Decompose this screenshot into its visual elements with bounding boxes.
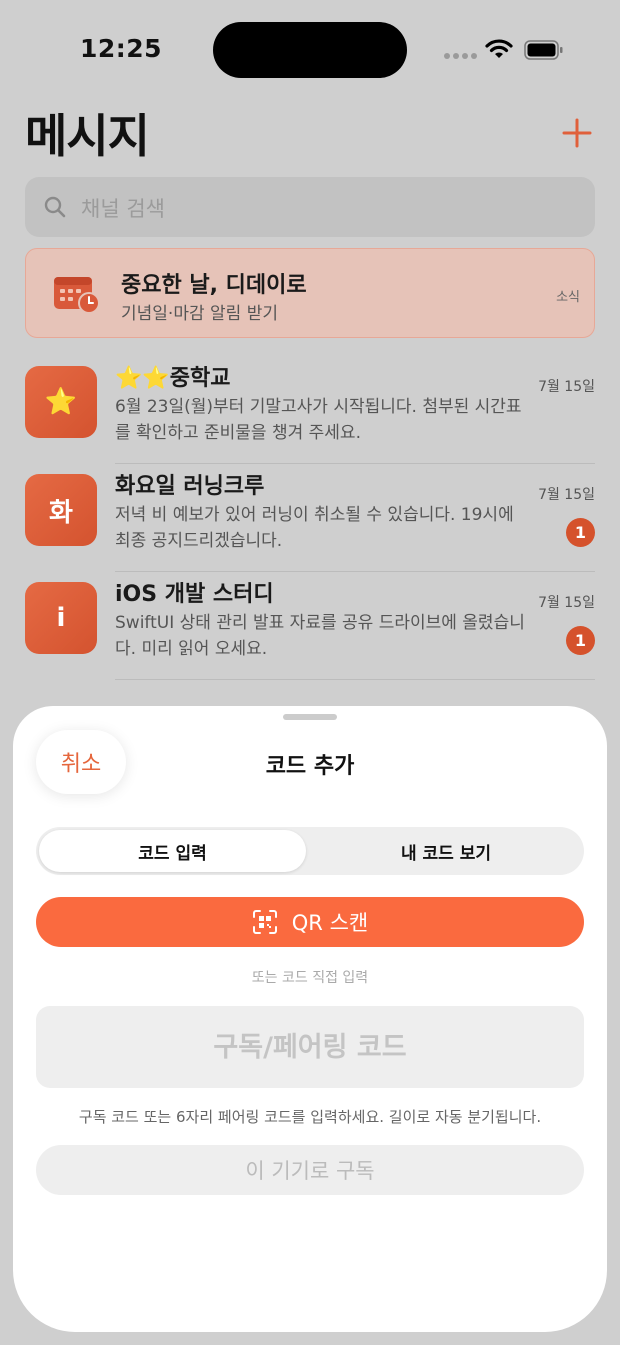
subscribe-on-device-button[interactable]: 이 기기로 구독: [36, 1145, 584, 1195]
channel-avatar: i: [25, 582, 97, 654]
unread-badge: 1: [566, 626, 595, 655]
channel-row[interactable]: i iOS 개발 스터디 SwiftUI 상태 관리 발표 자료를 공유 드라이…: [25, 572, 595, 680]
channel-date: 7월 15일: [538, 379, 595, 395]
calendar-clock-icon: [54, 277, 100, 314]
status-time: 12:25: [80, 34, 163, 63]
qr-scan-label: QR 스캔: [291, 911, 369, 935]
add-icon[interactable]: [560, 116, 594, 150]
tab-my-code[interactable]: 내 코드 보기: [312, 830, 580, 872]
channel-name: iOS 개발 스터디: [115, 582, 274, 607]
channel-row[interactable]: 화 화요일 러닝크루 저녁 비 예보가 있어 러닝이 취소될 수 있습니다. 1…: [25, 464, 595, 572]
channel-preview: SwiftUI 상태 관리 발표 자료를 공유 드라이브에 올렸습니다. 미리 …: [115, 613, 525, 659]
channel-row[interactable]: ⭐ ⭐⭐중학교 6월 23일(월)부터 기말고사가 시작됩니다. 첨부된 시간표…: [25, 356, 595, 464]
channel-name: ⭐⭐중학교: [115, 366, 231, 391]
cellular-signal-icon: [444, 53, 477, 59]
promo-subtitle: 기념일·마감 알림 받기: [121, 304, 278, 324]
code-input[interactable]: [36, 1006, 584, 1088]
code-hint-text: 구독 코드 또는 6자리 페어링 코드를 입력하세요. 길이로 자동 분기됩니다…: [78, 1108, 542, 1126]
channel-preview: 저녁 비 예보가 있어 러닝이 취소될 수 있습니다. 19시에 최종 공지드리…: [115, 505, 514, 551]
qr-scan-icon: [252, 910, 277, 934]
unread-badge: 1: [566, 518, 595, 547]
search-icon: [44, 196, 66, 218]
status-bar: 12:25: [0, 0, 620, 100]
channel-date: 7월 15일: [538, 595, 595, 611]
channel-date: 7월 15일: [538, 487, 595, 503]
channel-name: 화요일 러닝크루: [115, 474, 265, 499]
channel-avatar: ⭐: [25, 366, 97, 438]
search-field[interactable]: 채널 검색: [25, 177, 595, 237]
sheet-grabber[interactable]: [283, 714, 337, 720]
battery-icon: [524, 40, 563, 60]
row-divider: [115, 678, 595, 680]
dday-promo-card[interactable]: 중요한 날, 디데이로 기념일·마감 알림 받기 소식: [25, 248, 595, 338]
add-code-sheet: 취소 코드 추가 코드 입력 내 코드 보기 QR 스캔 또는 코드 직접 입력…: [13, 706, 607, 1332]
code-mode-segmented-control: 코드 입력 내 코드 보기: [36, 827, 584, 875]
channel-preview: 6월 23일(월)부터 기말고사가 시작됩니다. 첨부된 시간표를 확인하고 준…: [115, 397, 522, 443]
tab-enter-code[interactable]: 코드 입력: [39, 830, 306, 872]
qr-scan-button[interactable]: QR 스캔: [36, 897, 584, 947]
search-placeholder: 채널 검색: [81, 197, 165, 221]
page-title: 메시지: [25, 109, 150, 163]
dynamic-island: [213, 22, 407, 78]
sheet-title: 코드 추가: [265, 754, 355, 779]
wifi-icon: [485, 39, 513, 58]
promo-tag: 소식: [556, 290, 580, 305]
channel-avatar: 화: [25, 474, 97, 546]
promo-title: 중요한 날, 디데이로: [121, 273, 307, 298]
or-manual-entry-text: 또는 코드 직접 입력: [251, 970, 369, 986]
